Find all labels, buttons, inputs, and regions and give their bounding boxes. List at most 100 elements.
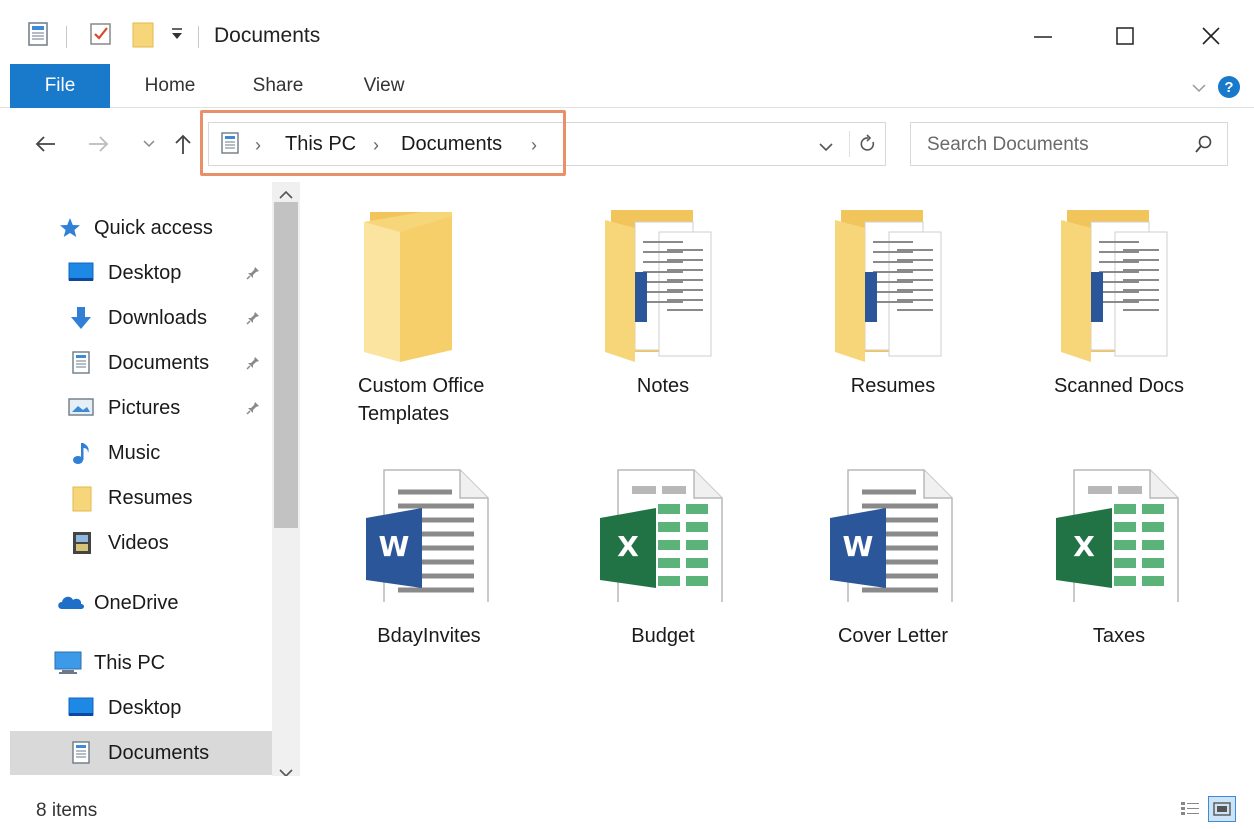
sidebar-item-label: Desktop: [108, 697, 182, 719]
downloads-icon: [68, 306, 94, 330]
search-placeholder: Search Documents: [927, 134, 1089, 155]
navigation-pane: Quick access Desktop Downloads Documents…: [10, 182, 272, 776]
folder-with-documents-icon: [833, 202, 953, 367]
file-item-resumes[interactable]: Resumes: [780, 182, 1006, 422]
excel-spreadsheet-icon: X: [1054, 452, 1184, 611]
sidebar-item-label: Documents: [108, 742, 210, 764]
address-divider: [849, 131, 850, 157]
sidebar-item-label: Resumes: [108, 487, 193, 509]
pin-icon[interactable]: [246, 308, 260, 331]
folder-with-documents-icon: [1059, 202, 1179, 367]
scroll-up-icon[interactable]: [278, 188, 294, 202]
tab-share[interactable]: Share: [236, 64, 320, 108]
item-count: 8 items: [36, 800, 98, 821]
file-item-budget[interactable]: X Budget: [550, 432, 776, 672]
large-icons-view-icon: [1213, 802, 1231, 816]
pin-icon[interactable]: [246, 263, 260, 286]
file-item-cover-letter[interactable]: W Cover Letter: [780, 432, 1006, 672]
maximize-button[interactable]: [1102, 14, 1148, 58]
videos-icon: [72, 531, 98, 555]
title-bar: Documents: [0, 0, 1254, 64]
tab-home[interactable]: Home: [128, 64, 212, 108]
up-arrow-icon: [175, 134, 191, 154]
documents-window-icon[interactable]: [28, 22, 48, 51]
desktop-icon: [68, 261, 94, 285]
address-highlight-box: [200, 110, 566, 176]
svg-text:W: W: [843, 530, 874, 563]
search-input[interactable]: Search Documents: [910, 122, 1228, 166]
customize-toolbar-icon[interactable]: [170, 26, 184, 47]
sidebar-item-label: Music: [108, 442, 161, 464]
tab-view[interactable]: View: [342, 64, 426, 108]
search-icon[interactable]: [1195, 135, 1213, 158]
sidebar-item-desktop[interactable]: Desktop: [10, 251, 272, 295]
sidebar-item-music[interactable]: Music: [10, 431, 272, 475]
pin-icon[interactable]: [246, 398, 260, 421]
expand-ribbon-icon[interactable]: [1192, 80, 1206, 98]
sidebar-item-label: Videos: [108, 532, 169, 554]
file-item-notes[interactable]: Notes: [550, 182, 776, 422]
forward-button[interactable]: [86, 130, 112, 158]
file-name: Resumes: [850, 375, 936, 397]
back-arrow-icon: [35, 136, 55, 152]
sidebar-item-this-pc[interactable]: This PC: [10, 641, 272, 685]
title-separator: [66, 26, 67, 48]
file-item-bdayinvites[interactable]: W BdayInvites: [316, 432, 542, 672]
sidebar-item-pc-desktop[interactable]: Desktop: [10, 686, 272, 730]
file-item-scanned-docs[interactable]: Scanned Docs: [1006, 182, 1232, 422]
large-icons-view-button[interactable]: [1208, 796, 1236, 822]
sidebar-item-resumes[interactable]: Resumes: [10, 476, 272, 520]
file-item-custom-office-templates[interactable]: Custom Office Templates: [302, 182, 528, 425]
details-view-icon: [1181, 802, 1199, 815]
sidebar-item-pictures[interactable]: Pictures: [10, 386, 272, 430]
file-list: Custom Office Templates Notes Resumes Sc…: [302, 182, 1254, 776]
help-button[interactable]: ?: [1218, 76, 1240, 98]
pin-icon[interactable]: [246, 353, 260, 376]
up-button[interactable]: [170, 130, 196, 158]
properties-icon[interactable]: [90, 22, 112, 51]
sidebar-item-label: Downloads: [108, 307, 207, 329]
chevron-down-icon: [143, 140, 155, 148]
title-separator: [198, 26, 199, 48]
file-name: Cover Letter: [837, 625, 949, 647]
file-name: Notes: [636, 375, 690, 397]
sidebar-item-downloads[interactable]: Downloads: [10, 296, 272, 340]
ribbon-tabs: File Home Share View ?: [0, 64, 1254, 108]
file-name-line-1: Custom Office: [358, 375, 485, 397]
window-title: Documents: [214, 24, 321, 47]
svg-text:W: W: [379, 530, 410, 563]
recent-locations-button[interactable]: [136, 130, 162, 158]
computer-icon: [54, 651, 82, 675]
close-button[interactable]: [1188, 14, 1234, 58]
sidebar-item-documents[interactable]: Documents: [10, 341, 272, 385]
forward-arrow-icon: [89, 136, 109, 152]
sidebar-item-videos[interactable]: Videos: [10, 521, 272, 565]
minimize-icon: [1034, 36, 1052, 38]
sidebar-scrollbar[interactable]: [272, 182, 300, 778]
file-item-taxes[interactable]: X Taxes: [1006, 432, 1232, 672]
sidebar-item-label: Quick access: [94, 217, 213, 239]
scrollbar-thumb[interactable]: [274, 202, 298, 528]
navigation-bar: › This PC › Documents › Search Documents: [0, 108, 1254, 182]
address-dropdown-icon[interactable]: [819, 139, 833, 157]
sidebar-item-label: Desktop: [108, 262, 182, 284]
sidebar-item-label: OneDrive: [94, 592, 179, 614]
file-name-line-2: Templates: [358, 403, 450, 425]
back-button[interactable]: [32, 130, 58, 158]
folder-icon: [72, 486, 98, 512]
details-view-button[interactable]: [1176, 796, 1204, 822]
minimize-button[interactable]: [1020, 14, 1066, 58]
tab-file[interactable]: File: [10, 64, 110, 108]
new-folder-icon[interactable]: [132, 22, 154, 53]
file-name: BdayInvites: [377, 625, 481, 647]
sidebar-item-quick-access[interactable]: Quick access: [10, 206, 272, 250]
status-bar: 8 items: [0, 776, 1254, 829]
folder-with-documents-icon: [603, 202, 723, 367]
svg-text:X: X: [1073, 530, 1095, 563]
refresh-icon[interactable]: [859, 134, 877, 159]
sidebar-item-pc-documents[interactable]: Documents: [10, 731, 272, 775]
documents-icon: [72, 351, 98, 375]
documents-icon: [72, 741, 98, 765]
sidebar-item-onedrive[interactable]: OneDrive: [10, 581, 272, 625]
folder-icon: [352, 202, 462, 367]
